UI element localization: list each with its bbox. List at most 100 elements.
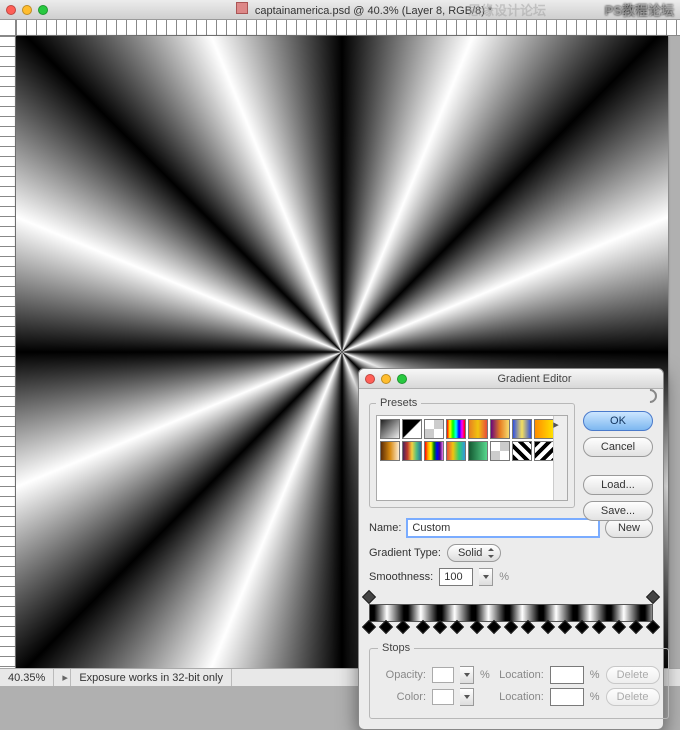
color-delete-button[interactable]: Delete [606, 688, 660, 706]
gradient-type-row: Gradient Type: Solid [369, 544, 653, 562]
color-stop[interactable] [433, 620, 447, 634]
preset-swatch[interactable] [490, 441, 510, 461]
preset-grid[interactable]: ▸ [376, 415, 568, 501]
new-button[interactable]: New [605, 518, 653, 538]
document-proxy-icon [236, 2, 248, 14]
dialog-body: Presets ▸ OK Cancel Load... Save... Name… [359, 389, 663, 729]
dialog-buttons: OK Cancel Load... Save... [583, 411, 653, 521]
color-stop[interactable] [592, 620, 606, 634]
watermark-right: PS教程论坛 [605, 0, 674, 19]
dialog-title: Gradient Editor [412, 373, 657, 385]
preset-swatch[interactable] [380, 441, 400, 461]
color-stop[interactable] [504, 620, 518, 634]
opacity-stop[interactable] [362, 590, 376, 604]
color-stop[interactable] [470, 620, 484, 634]
status-popup-icon[interactable]: ▸ [54, 669, 71, 686]
dialog-zoom-icon[interactable] [397, 374, 407, 384]
opacity-stops-track[interactable] [369, 592, 653, 604]
opacity-dropdown-icon[interactable] [460, 666, 474, 684]
presets-group: Presets ▸ [369, 397, 575, 508]
dialog-minimize-icon[interactable] [381, 374, 391, 384]
preset-swatch[interactable] [402, 419, 422, 439]
color-stop-row: Color: % Location: % Delete [378, 688, 660, 706]
color-location-pct: % [590, 691, 600, 703]
smoothness-label: Smoothness: [369, 571, 433, 583]
ruler-horizontal[interactable] [16, 20, 680, 36]
workspace: 40.35% ▸ Exposure works in 32-bit only G… [0, 20, 680, 686]
opacity-location-pct: % [590, 669, 600, 681]
status-zoom[interactable]: 40.35% [0, 669, 54, 686]
color-stops-track[interactable] [369, 622, 653, 636]
name-row: Name: New [369, 518, 653, 538]
smoothness-row: Smoothness: % [369, 568, 653, 586]
opacity-location-input[interactable] [550, 666, 584, 684]
smoothness-unit: % [499, 571, 509, 583]
dialog-close-icon[interactable] [365, 374, 375, 384]
name-input[interactable] [407, 519, 599, 537]
preset-swatch[interactable] [490, 419, 510, 439]
color-stop[interactable] [629, 620, 643, 634]
color-dropdown-icon[interactable] [460, 688, 474, 706]
opacity-stop[interactable] [646, 590, 660, 604]
preset-swatch[interactable] [446, 419, 466, 439]
color-stop[interactable] [362, 620, 376, 634]
watermark-left: 思缘设计论坛 [468, 0, 546, 19]
window-title: captainamerica.psd @ 40.3% (Layer 8, RGB… [54, 2, 674, 17]
opacity-pct: % [480, 669, 490, 681]
zoom-icon[interactable] [38, 5, 48, 15]
presets-label: Presets [376, 397, 421, 409]
traffic-lights [6, 5, 48, 15]
preset-menu-icon[interactable]: ▸ [549, 418, 563, 430]
color-stop[interactable] [575, 620, 589, 634]
load-button[interactable]: Load... [583, 475, 653, 495]
gradient-editor-dialog: Gradient Editor Presets ▸ OK Cancel Load… [358, 368, 664, 730]
minimize-icon[interactable] [22, 5, 32, 15]
opacity-label: Opacity: [378, 669, 426, 681]
smoothness-input[interactable] [439, 568, 473, 586]
color-stop[interactable] [487, 620, 501, 634]
gradient-type-select[interactable]: Solid [447, 544, 501, 562]
gradient-type-label: Gradient Type: [369, 547, 441, 559]
preset-swatch[interactable] [534, 441, 554, 461]
preset-swatch[interactable] [512, 419, 532, 439]
preset-swatch[interactable] [446, 441, 466, 461]
help-icon[interactable] [640, 386, 660, 406]
preset-swatch[interactable] [468, 419, 488, 439]
color-stop[interactable] [541, 620, 555, 634]
save-button[interactable]: Save... [583, 501, 653, 521]
ok-button[interactable]: OK [583, 411, 653, 431]
opacity-delete-button[interactable]: Delete [606, 666, 660, 684]
window-title-text: captainamerica.psd @ 40.3% (Layer 8, RGB… [255, 5, 492, 17]
color-stop[interactable] [558, 620, 572, 634]
status-info[interactable]: Exposure works in 32-bit only [71, 669, 232, 686]
opacity-location-label: Location: [496, 669, 544, 681]
smoothness-dropdown-icon[interactable] [479, 568, 493, 586]
opacity-swatch[interactable] [432, 667, 454, 683]
main-titlebar: captainamerica.psd @ 40.3% (Layer 8, RGB… [0, 0, 680, 20]
color-stop[interactable] [612, 620, 626, 634]
color-location-input[interactable] [550, 688, 584, 706]
preset-swatch[interactable] [424, 441, 444, 461]
color-stop[interactable] [646, 620, 660, 634]
preset-swatch[interactable] [468, 441, 488, 461]
color-stop[interactable] [379, 620, 393, 634]
preset-swatch[interactable] [424, 419, 444, 439]
name-label: Name: [369, 522, 401, 534]
color-stop[interactable] [521, 620, 535, 634]
preset-swatch[interactable] [402, 441, 422, 461]
preset-swatch[interactable] [512, 441, 532, 461]
color-location-label: Location: [496, 691, 544, 703]
color-stop[interactable] [416, 620, 430, 634]
stops-legend: Stops [378, 642, 414, 654]
gradient-bar-section [369, 592, 653, 636]
preset-swatch[interactable] [380, 419, 400, 439]
dialog-titlebar[interactable]: Gradient Editor [359, 369, 663, 389]
color-stop[interactable] [396, 620, 410, 634]
opacity-stop-row: Opacity: % Location: % Delete [378, 666, 660, 684]
ruler-origin[interactable] [0, 20, 16, 36]
cancel-button[interactable]: Cancel [583, 437, 653, 457]
color-stop[interactable] [450, 620, 464, 634]
color-swatch[interactable] [432, 689, 454, 705]
close-icon[interactable] [6, 5, 16, 15]
ruler-vertical[interactable] [0, 36, 16, 668]
